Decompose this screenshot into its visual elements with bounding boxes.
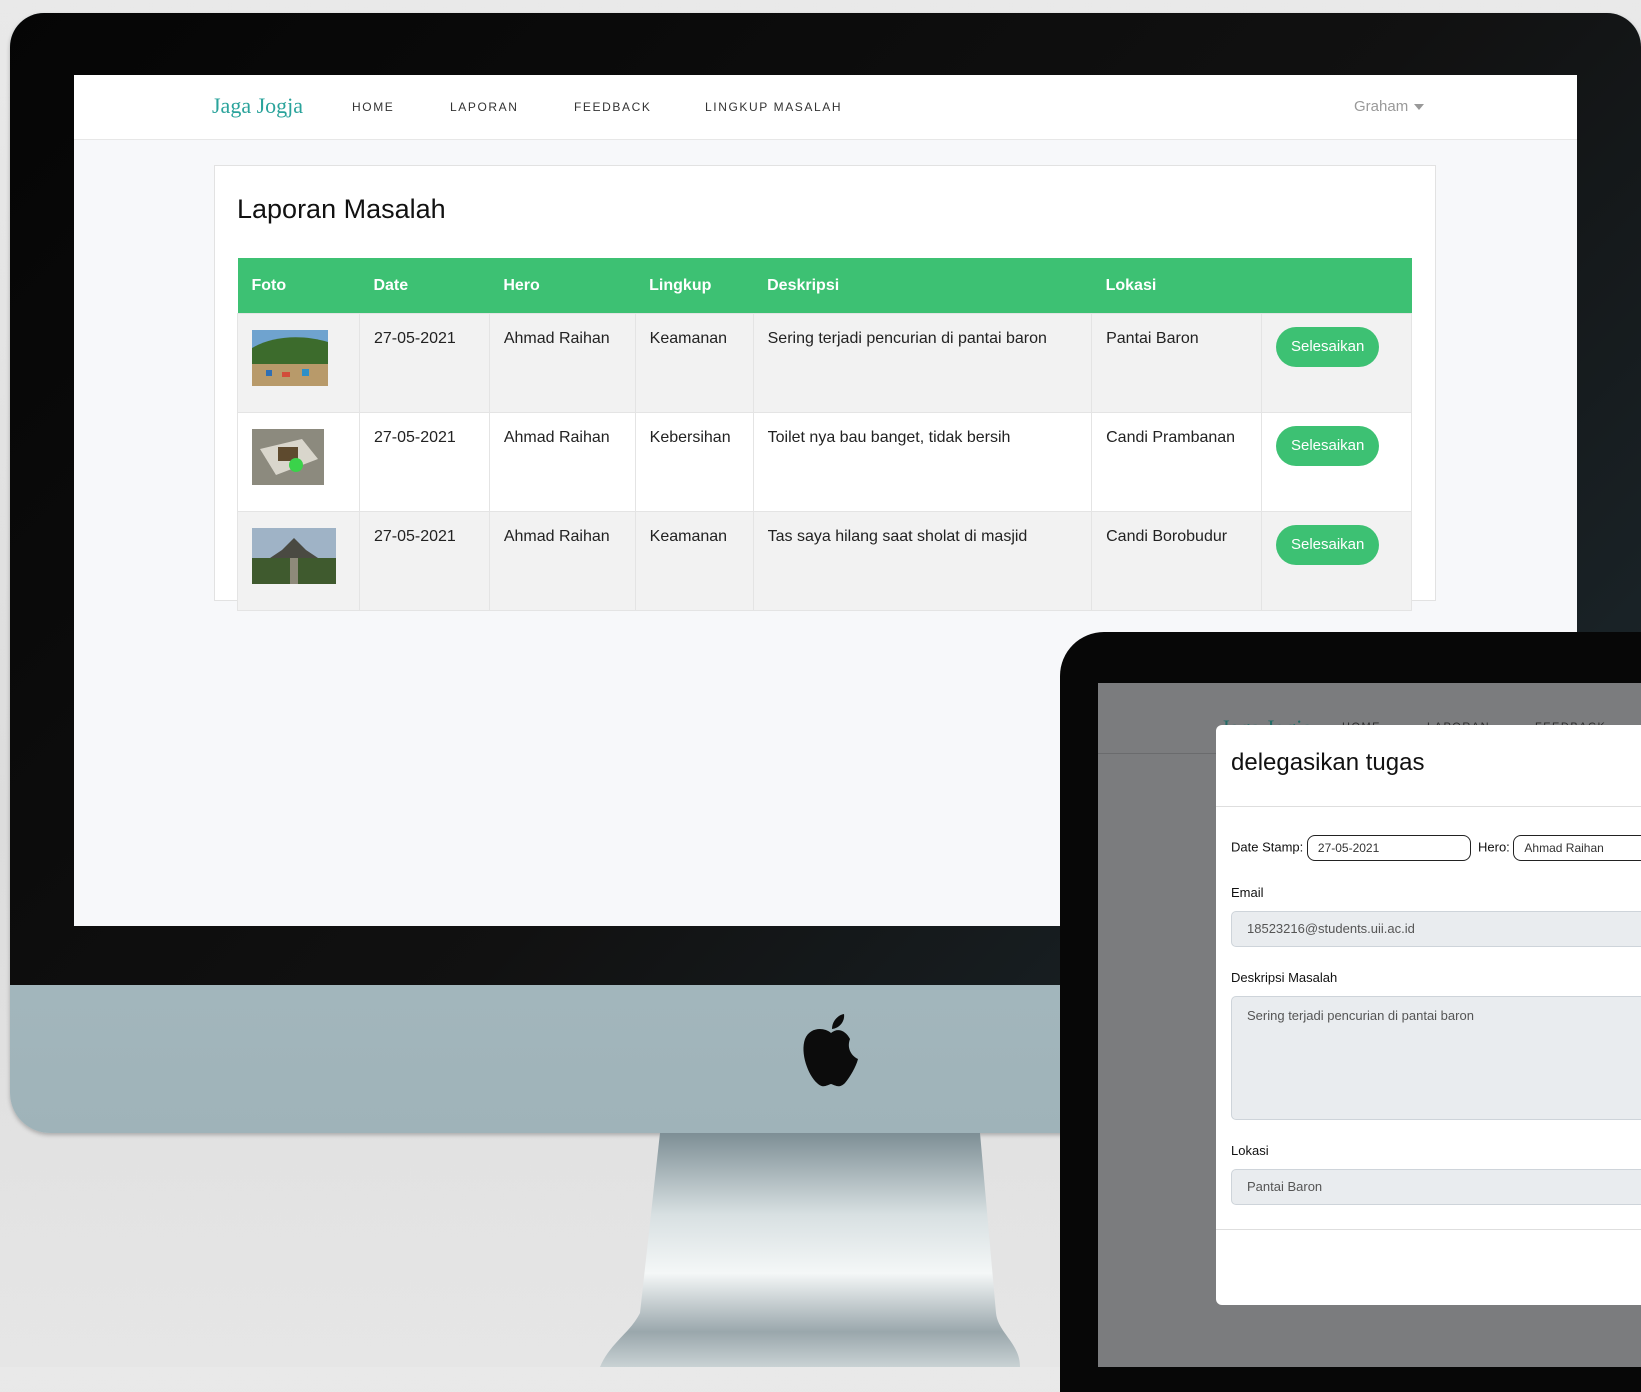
modal-footer-divider — [1216, 1229, 1641, 1230]
nav-lingkup-masalah[interactable]: LINGKUP MASALAH — [705, 100, 842, 114]
cell-date: 27-05-2021 — [358, 313, 490, 413]
cell-action: Selesaikan — [1260, 511, 1413, 611]
date-stamp-input[interactable]: 27-05-2021 — [1306, 835, 1471, 861]
cell-deskripsi: Toilet nya bau banget, tidak bersih — [752, 412, 1093, 512]
laporan-table: Foto Date Hero Lingkup Deskripsi Lokasi — [237, 258, 1413, 611]
deskripsi-textarea[interactable]: Sering terjadi pencurian di pantai baron — [1231, 996, 1641, 1120]
cell-hero: Ahmad Raihan — [488, 313, 636, 413]
user-name: Graham — [1354, 98, 1409, 115]
email-field[interactable]: 18523216@students.uii.ac.id — [1231, 911, 1641, 947]
email-label: Email — [1231, 885, 1264, 900]
cell-lokasi: Candi Prambanan — [1091, 412, 1262, 512]
cell-action: Selesaikan — [1260, 313, 1413, 413]
apple-logo-icon — [803, 1014, 858, 1087]
table-row: 27-05-2021 Ahmad Raihan Keamanan Sering … — [237, 313, 1413, 413]
table-row: 27-05-2021 Ahmad Raihan Keamanan Tas say… — [237, 511, 1413, 611]
delegasi-modal: delegasikan tugas Date Stamp: 27-05-2021… — [1216, 725, 1641, 1305]
header-lokasi: Lokasi — [1091, 258, 1262, 314]
modal-title: delegasikan tugas — [1231, 749, 1425, 776]
imac-stand — [600, 1133, 1020, 1367]
lokasi-field[interactable]: Pantai Baron — [1231, 1169, 1641, 1205]
lokasi-label: Lokasi — [1231, 1143, 1269, 1158]
user-dropdown[interactable]: Graham — [1354, 98, 1425, 115]
hero-input[interactable]: Ahmad Raihan — [1513, 835, 1641, 861]
cell-deskripsi: Sering terjadi pencurian di pantai baron — [752, 313, 1093, 413]
brand-logo[interactable]: Jaga Jogja — [212, 93, 303, 119]
table-header-row: Foto Date Hero Lingkup Deskripsi Lokasi — [237, 258, 1412, 314]
cell-lingkup: Keamanan — [634, 313, 754, 413]
hero-field: Hero: Ahmad Raihan — [1478, 835, 1641, 861]
header-action — [1261, 258, 1412, 314]
header-deskripsi: Deskripsi — [753, 258, 1092, 314]
cell-lokasi: Candi Borobudur — [1091, 511, 1262, 611]
modal-divider — [1216, 806, 1641, 807]
date-stamp-field: Date Stamp: 27-05-2021 — [1231, 835, 1471, 861]
page-title: Laporan Masalah — [237, 194, 446, 224]
header-lingkup: Lingkup — [635, 258, 754, 314]
cell-deskripsi: Tas saya hilang saat sholat di masjid — [752, 511, 1093, 611]
cell-foto — [237, 511, 360, 611]
nav-home[interactable]: HOME — [352, 100, 394, 114]
header-foto: Foto — [237, 258, 360, 314]
header-hero: Hero — [489, 258, 636, 314]
selesaikan-button[interactable]: Selesaikan — [1275, 525, 1380, 565]
header-date: Date — [359, 258, 490, 314]
selesaikan-button[interactable]: Selesaikan — [1275, 327, 1380, 367]
cell-date: 27-05-2021 — [358, 511, 490, 611]
caret-down-icon — [1414, 104, 1425, 111]
cell-hero: Ahmad Raihan — [488, 511, 636, 611]
toilet-photo-thumbnail[interactable] — [252, 429, 324, 485]
cell-foto — [237, 313, 360, 413]
selesaikan-button[interactable]: Selesaikan — [1275, 426, 1380, 466]
beach-photo-thumbnail[interactable] — [252, 330, 328, 386]
cell-action: Selesaikan — [1260, 412, 1413, 512]
temple-photo-thumbnail[interactable] — [252, 528, 336, 584]
cell-lingkup: Kebersihan — [634, 412, 754, 512]
tablet-screen: Jaga Jogja HOME LAPORAN FEEDBACK delegas… — [1098, 683, 1641, 1367]
laporan-card: Laporan Masalah Foto Date Hero Lingkup D… — [214, 165, 1436, 611]
cell-date: 27-05-2021 — [358, 412, 490, 512]
nav-laporan[interactable]: LAPORAN — [450, 100, 519, 114]
navbar: Jaga Jogja HOME LAPORAN FEEDBACK LINGKUP… — [74, 75, 1577, 140]
nav-feedback[interactable]: FEEDBACK — [574, 100, 651, 114]
cell-lingkup: Keamanan — [634, 511, 754, 611]
cell-hero: Ahmad Raihan — [488, 412, 636, 512]
deskripsi-label: Deskripsi Masalah — [1231, 970, 1338, 985]
cell-lokasi: Pantai Baron — [1091, 313, 1262, 413]
cell-foto — [237, 412, 360, 512]
table-row: 27-05-2021 Ahmad Raihan Kebersihan Toile… — [237, 412, 1413, 512]
date-stamp-label: Date Stamp: — [1231, 839, 1304, 855]
hero-label: Hero: — [1478, 839, 1510, 855]
